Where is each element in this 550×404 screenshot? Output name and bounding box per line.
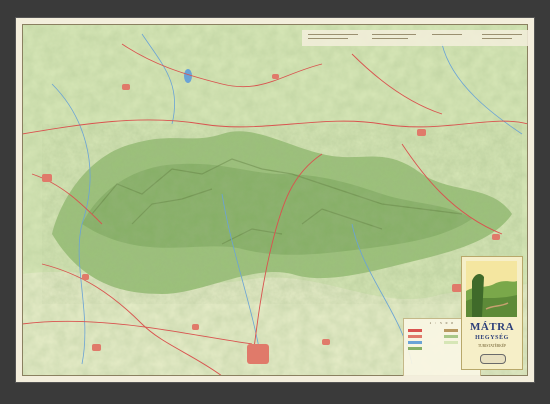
publisher-logo [480,354,506,364]
legend-forest-swatch [408,347,422,350]
legend-road-swatch [408,329,422,332]
legend-meadow-swatch [444,335,458,338]
title-cartouche: MÁTRA HEGYSÉG TURISTATÉRKÉP [461,256,523,370]
map-area[interactable]: 1 : 5 0 0 MÁTRA HEGYSÉG TURISTATÉRKÉP [22,24,528,376]
legend-path-swatch [444,329,458,332]
legend-settlement-swatch [408,335,422,338]
legend-lowland-swatch [444,341,458,344]
map-viewer: 1 : 5 0 0 MÁTRA HEGYSÉG TURISTATÉRKÉP [0,0,550,404]
map-sheet: 1 : 5 0 0 MÁTRA HEGYSÉG TURISTATÉRKÉP [16,18,534,382]
header-notes [302,30,528,46]
map-title: MÁTRA [469,321,515,333]
landscape-illustration [466,261,517,317]
map-subtitle: HEGYSÉG [475,335,509,341]
map-tagline: TURISTATÉRKÉP [477,344,507,348]
legend-water-swatch [408,341,422,344]
